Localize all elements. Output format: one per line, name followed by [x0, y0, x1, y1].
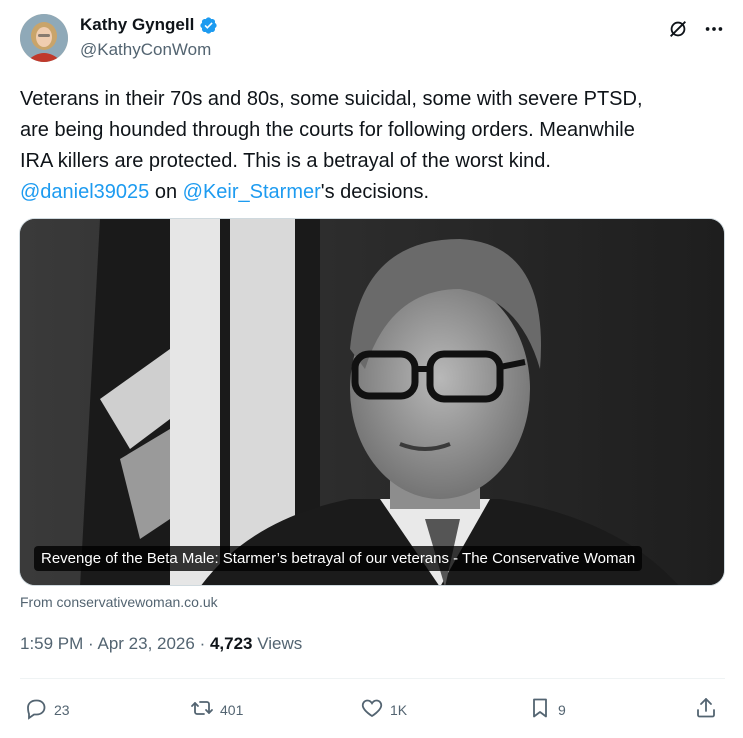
mention-link[interactable]: @daniel39025	[20, 181, 149, 203]
reply-count: 23	[54, 701, 70, 718]
tweet-text-line: are being hounded through the courts for…	[20, 119, 635, 141]
tweet-time[interactable]: 1:59 PM	[20, 634, 83, 653]
action-bar: 23 401 1K 9	[24, 696, 724, 722]
bookmark-count: 9	[558, 701, 566, 718]
tweet-text-fragment: on	[149, 181, 183, 203]
verified-badge-icon[interactable]	[199, 16, 218, 35]
views-label: Views	[252, 634, 303, 653]
author-display-name[interactable]: Kathy Gyngell	[80, 15, 194, 35]
mention-link[interactable]: @Keir_Starmer	[183, 181, 321, 203]
link-card-title[interactable]: Revenge of the Beta Male: Starmer’s betr…	[34, 546, 643, 571]
tweet-text: Veterans in their 70s and 80s, some suic…	[20, 84, 725, 208]
more-options-icon[interactable]	[703, 18, 725, 40]
share-button[interactable]	[694, 696, 718, 723]
repost-button[interactable]: 401	[190, 696, 243, 723]
tweet-meta: 1:59 PM · Apr 23, 2026 · 4,723 Views	[20, 634, 302, 654]
tweet-text-line: @daniel39025 on @Keir_Starmer's decision…	[20, 177, 725, 208]
reply-icon	[24, 696, 48, 723]
tweet-text-fragment: 's decisions.	[320, 181, 430, 203]
tweet-text-line: Veterans in their 70s and 80s, some suic…	[20, 88, 643, 110]
share-icon	[694, 696, 718, 723]
repost-icon	[190, 696, 214, 723]
like-button[interactable]: 1K	[360, 696, 407, 723]
views-count: 4,723	[209, 634, 253, 653]
meta-separator: ·	[83, 634, 98, 653]
bookmark-icon	[528, 696, 552, 723]
tweet-text-line: IRA killers are protected. This is a bet…	[20, 150, 551, 172]
author-handle[interactable]: @KathyConWom	[80, 40, 211, 60]
avatar[interactable]	[20, 14, 68, 62]
tweet-date[interactable]: Apr 23, 2026	[97, 634, 194, 653]
divider	[20, 678, 725, 679]
grok-icon[interactable]	[667, 18, 689, 40]
heart-icon	[360, 696, 384, 723]
reply-button[interactable]: 23	[24, 696, 70, 723]
repost-count: 401	[220, 701, 244, 718]
meta-separator: ·	[194, 634, 210, 653]
like-count: 1K	[390, 701, 408, 718]
bookmark-button[interactable]: 9	[528, 696, 566, 723]
link-source[interactable]: From conservativewoman.co.uk	[20, 594, 218, 610]
link-card-image[interactable]: Revenge of the Beta Male: Starmer’s betr…	[19, 218, 725, 586]
